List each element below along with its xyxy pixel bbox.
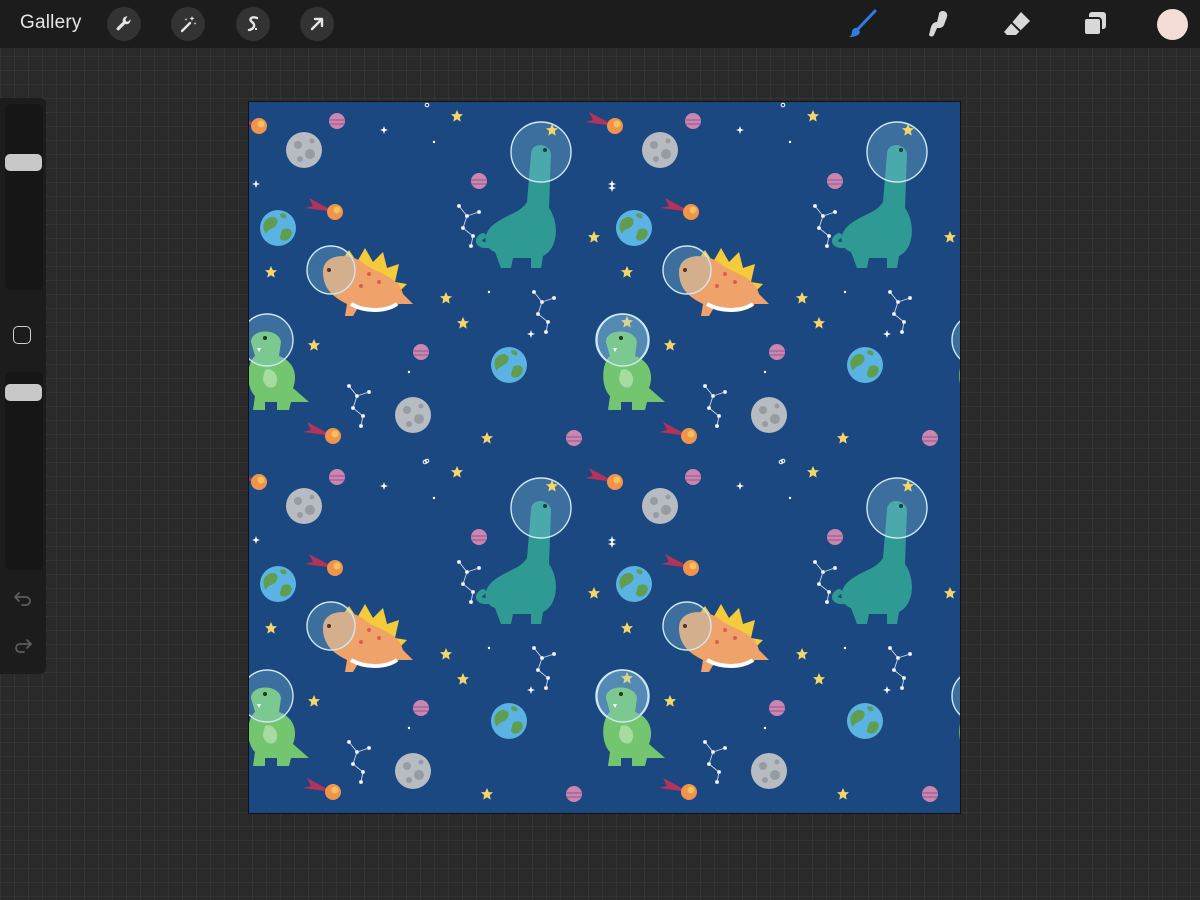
- modify-button[interactable]: [13, 326, 31, 344]
- color-swatch[interactable]: [1157, 9, 1188, 40]
- transform-arrow-icon[interactable]: [300, 7, 334, 41]
- gallery-button[interactable]: Gallery: [20, 12, 82, 34]
- redo-icon[interactable]: [12, 635, 34, 657]
- selection-icon[interactable]: [236, 7, 270, 41]
- drawing-canvas[interactable]: [249, 102, 960, 813]
- dino-space-pattern: [249, 102, 960, 813]
- layers-icon[interactable]: [1078, 7, 1112, 41]
- undo-icon[interactable]: [12, 588, 34, 610]
- brush-size-handle[interactable]: [5, 154, 42, 171]
- smudge-icon[interactable]: [922, 7, 956, 41]
- sidebar: [0, 98, 46, 674]
- top-toolbar: Gallery: [0, 0, 1200, 48]
- magic-wand-icon[interactable]: [171, 7, 205, 41]
- brush-size-slider[interactable]: [5, 104, 43, 290]
- brush-icon[interactable]: [845, 7, 879, 41]
- opacity-slider[interactable]: [5, 372, 43, 570]
- wrench-icon[interactable]: [107, 7, 141, 41]
- eraser-icon[interactable]: [1000, 7, 1034, 41]
- opacity-handle[interactable]: [5, 384, 42, 401]
